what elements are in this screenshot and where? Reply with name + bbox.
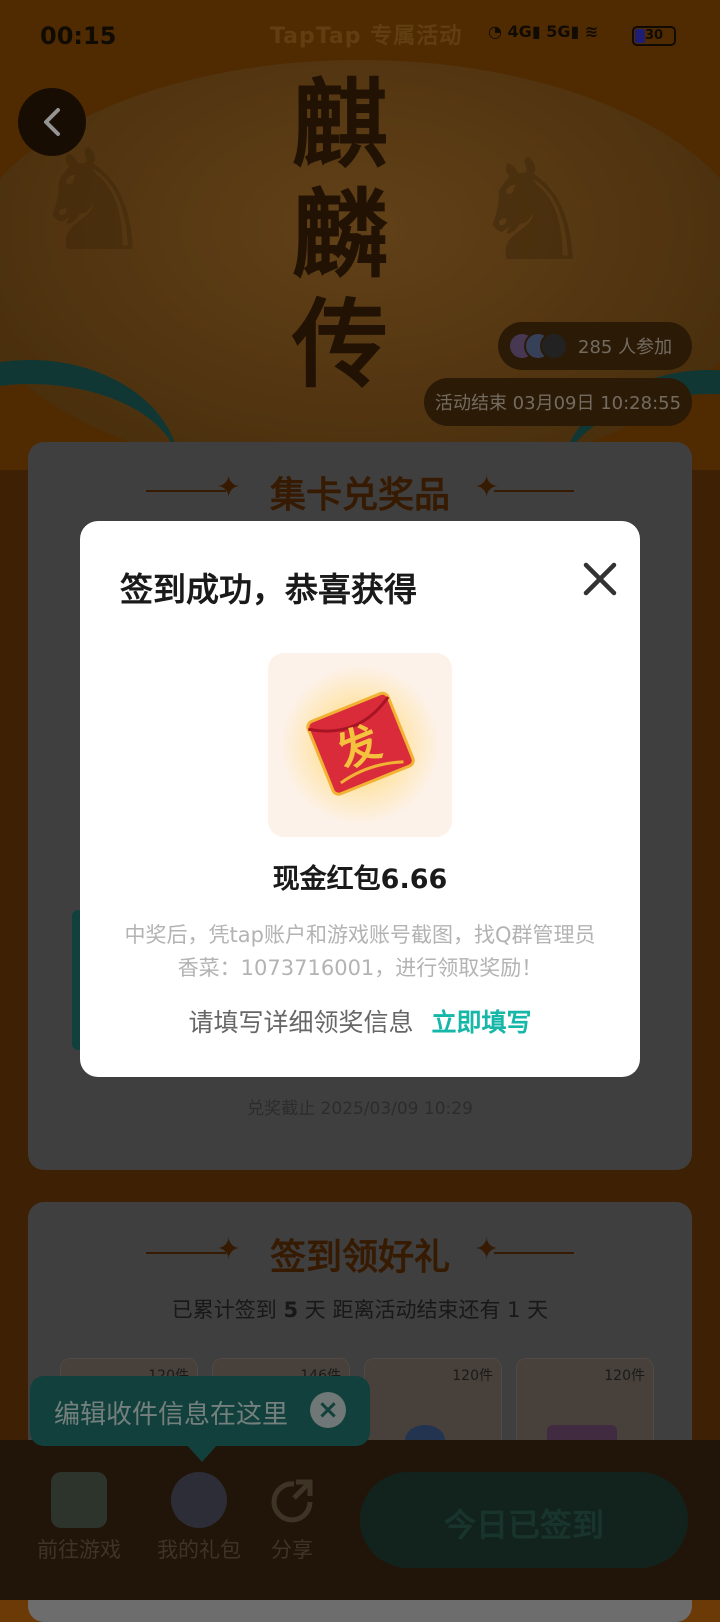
prize-image: 发 [268,653,452,837]
fill-now-link[interactable]: 立即填写 [432,1008,532,1037]
dialog-title: 签到成功，恭喜获得 [120,570,417,609]
close-button[interactable] [578,557,622,601]
red-envelope-icon: 发 [280,665,440,825]
prize-name: 现金红包6.66 [272,864,448,895]
close-icon [583,562,617,596]
prize-description: 中奖后，凭tap账户和游戏账号截图，找Q群管理员香菜：1073716001，进行… [124,923,596,980]
signin-success-dialog: 签到成功，恭喜获得 发 现金红包6.66 中奖后，凭tap账户和游戏账号截图，找 [80,521,640,1077]
claim-info-prompt: 请填写详细领奖信息 [188,1008,414,1037]
claim-info-row: 请填写详细领奖信息 立即填写 [80,1003,640,1039]
